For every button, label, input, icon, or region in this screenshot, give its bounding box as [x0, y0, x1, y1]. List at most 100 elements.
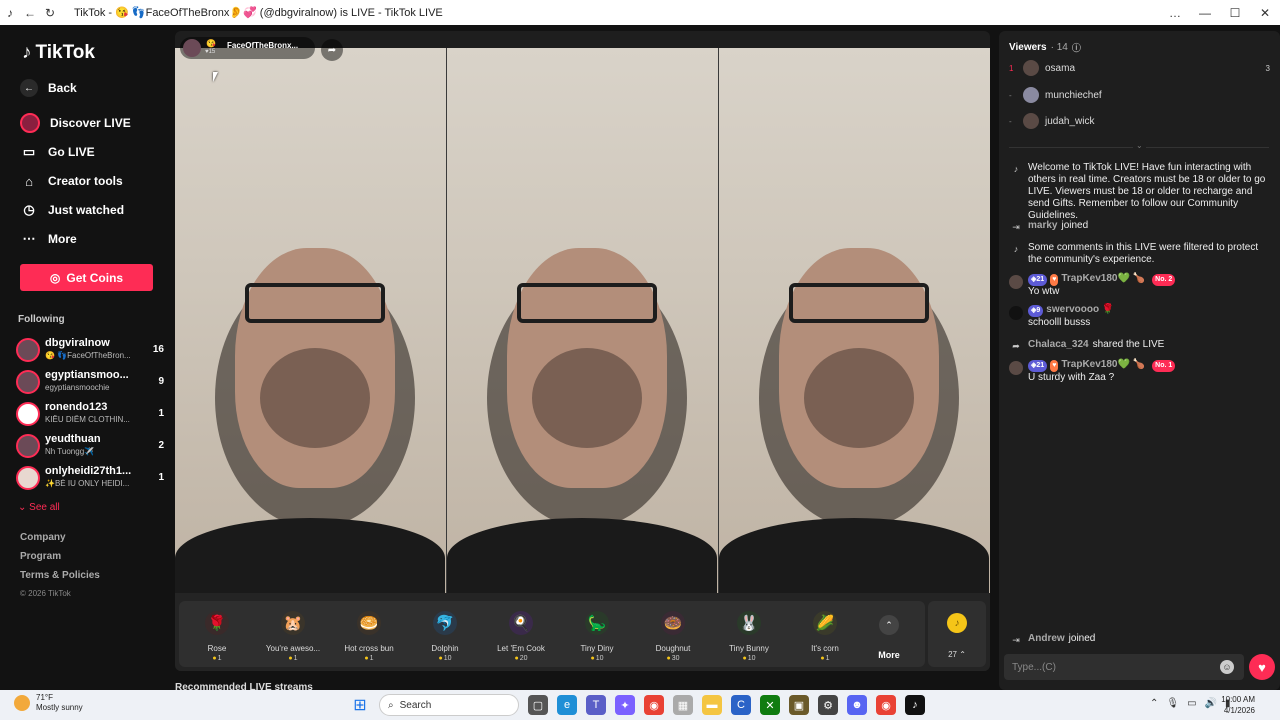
- username[interactable]: swervoooo 🌹: [1046, 304, 1114, 315]
- task-view-icon[interactable]: ▢: [528, 695, 548, 715]
- back-icon[interactable]: ←: [20, 0, 40, 25]
- following-sub: Nh Tuongg✈️: [45, 447, 95, 456]
- nav-discover-live[interactable]: Discover LIVE: [20, 113, 131, 133]
- gift-item[interactable]: 🌽 It's corn 1: [787, 601, 863, 667]
- minimize-icon[interactable]: —: [1190, 6, 1220, 20]
- share-icon: ➦: [1012, 341, 1020, 351]
- following-item[interactable]: onlyheidi27th1... ✨BÉ IU ONLY HEIDI... 1: [16, 464, 166, 492]
- game-icon[interactable]: ▣: [789, 695, 809, 715]
- gift-item[interactable]: 🍳 Let 'Em Cook 20: [483, 601, 559, 667]
- coin-balance-button[interactable]: ♪ 27 ⌃: [928, 601, 986, 667]
- avatar: [16, 370, 40, 394]
- username[interactable]: Andrew: [1028, 633, 1065, 644]
- gift-item[interactable]: 🐬 Dolphin 10: [407, 601, 483, 667]
- tiktok-taskbar-icon[interactable]: ♪: [905, 695, 925, 715]
- following-heading: Following: [18, 314, 65, 325]
- chevron-up-icon[interactable]: ⌃: [1150, 698, 1158, 709]
- rose-icon: 🌹: [205, 611, 229, 635]
- outlook-icon[interactable]: C: [731, 695, 751, 715]
- nav-more[interactable]: ⋯ More: [20, 230, 77, 248]
- username[interactable]: TrapKev180💚 🍗: [1061, 359, 1145, 370]
- taskbar-search[interactable]: ⌕ Search: [379, 694, 519, 716]
- windows-start-icon[interactable]: ⊞: [350, 695, 370, 715]
- following-name: dbgviralnow: [45, 337, 110, 349]
- host-name: FaceOfTheBronx...: [227, 41, 299, 50]
- following-item[interactable]: yeudthuan Nh Tuongg✈️ 2: [16, 432, 166, 460]
- dino-icon: 🦕: [585, 611, 609, 635]
- username[interactable]: marky: [1028, 220, 1057, 231]
- history-icon: ◷: [23, 202, 35, 217]
- join-icon: ⇥: [1012, 222, 1020, 232]
- viewer-row[interactable]: - munchiechef: [1009, 85, 1274, 105]
- following-item[interactable]: egyptiansmoo... egyptiansmoochie 9: [16, 368, 166, 396]
- display-icon[interactable]: ▭: [1187, 698, 1196, 709]
- gift-list: 🌹 Rose 1 🐹 You're aweso... 1 🥯 Hot cross bun 1…: [179, 601, 925, 667]
- close-icon[interactable]: ✕: [1250, 6, 1280, 20]
- gift-item[interactable]: 🌹 Rose 1: [179, 601, 255, 667]
- weather-widget[interactable]: 71°F Mostly sunny: [14, 693, 83, 713]
- chevron-down-icon[interactable]: ⌄: [1133, 141, 1146, 150]
- viewer-name: osama: [1045, 62, 1076, 74]
- reload-icon[interactable]: ↻: [40, 0, 60, 25]
- doughnut-icon: 🍩: [661, 611, 685, 635]
- edge-icon[interactable]: e: [557, 695, 577, 715]
- nav-label: Back: [48, 81, 77, 95]
- nav-just-watched[interactable]: ◷ Just watched: [20, 201, 124, 219]
- message-text: U sturdy with Zaa ?: [1028, 372, 1115, 383]
- clock[interactable]: 10:00 AM 4/1/2026: [1221, 694, 1255, 716]
- username[interactable]: Chalaca_324: [1028, 339, 1089, 350]
- xbox-icon[interactable]: ✕: [760, 695, 780, 715]
- steam-icon[interactable]: ⚙: [818, 695, 838, 715]
- host-info[interactable]: 😘 FaceOfTheBronx... ♥15: [180, 37, 315, 59]
- chrome-icon[interactable]: ◉: [644, 695, 664, 715]
- info-icon[interactable]: ⓘ: [1072, 41, 1081, 54]
- folder-icon[interactable]: ▬: [702, 695, 722, 715]
- following-item[interactable]: ronendo123 KIỀU DIỄM CLOTHIN... 1: [16, 400, 166, 428]
- chrome-alt-icon[interactable]: ◉: [876, 695, 896, 715]
- viewer-row[interactable]: 1 osama 3: [1009, 58, 1274, 78]
- weather-text: Mostly sunny: [36, 703, 83, 712]
- viewer-rank: 1: [1009, 63, 1014, 73]
- gift-item[interactable]: 🍩 Doughnut 30: [635, 601, 711, 667]
- more-options-icon[interactable]: …: [1160, 6, 1190, 20]
- gift-item[interactable]: 🐰 Tiny Bunny 10: [711, 601, 787, 667]
- footer-terms-link[interactable]: Terms & Policies: [20, 570, 100, 581]
- tiktok-app-icon: ♪: [7, 5, 13, 20]
- chat-input[interactable]: [1004, 654, 1244, 680]
- discord-icon[interactable]: ☻: [847, 695, 867, 715]
- heart-icon[interactable]: ♥: [1249, 654, 1275, 680]
- copilot-icon[interactable]: ✦: [615, 695, 635, 715]
- following-sub: ✨BÉ IU ONLY HEIDI...: [45, 479, 130, 488]
- volume-icon[interactable]: 🔊: [1205, 698, 1217, 709]
- live-video[interactable]: [175, 48, 990, 593]
- microphone-icon[interactable]: 🎙: [1166, 698, 1179, 709]
- nav-label: Go LIVE: [48, 145, 95, 159]
- nav-creator-tools[interactable]: ⌂ Creator tools: [20, 172, 123, 190]
- nav-back[interactable]: ← Back: [20, 79, 77, 97]
- tiktok-logo[interactable]: ♪ TikTok: [22, 42, 95, 64]
- viewers-header: Viewers · 14 ⓘ: [1009, 41, 1081, 54]
- avatar: [1023, 87, 1039, 103]
- username[interactable]: TrapKev180💚 🍗: [1061, 273, 1145, 284]
- viewer-row[interactable]: - judah_wick: [1009, 111, 1274, 131]
- tiktok-note-icon: ♪: [1013, 164, 1019, 174]
- gift-item[interactable]: 🐹 You're aweso... 1: [255, 601, 331, 667]
- video-panel: [719, 48, 990, 593]
- more-gifts-button[interactable]: ⌃ More: [863, 601, 915, 667]
- store-icon[interactable]: ▦: [673, 695, 693, 715]
- share-icon[interactable]: ➦: [321, 39, 343, 61]
- nav-go-live[interactable]: ▭ Go LIVE: [20, 143, 95, 161]
- gift-item[interactable]: 🥯 Hot cross bun 1: [331, 601, 407, 667]
- following-item[interactable]: dbgviralnow 😘 👣FaceOfTheBron... 16: [16, 336, 166, 364]
- see-all-link[interactable]: ⌄ See all: [18, 502, 60, 513]
- gift-name: Dolphin: [431, 644, 459, 653]
- windows-taskbar: 71°F Mostly sunny ⊞ ⌕ Search ▢ e T ✦ ◉ ▦…: [0, 690, 1280, 720]
- maximize-icon[interactable]: ☐: [1220, 6, 1250, 20]
- gift-item[interactable]: 🦕 Tiny Diny 10: [559, 601, 635, 667]
- teams-icon[interactable]: T: [586, 695, 606, 715]
- footer-company-link[interactable]: Company: [20, 532, 100, 543]
- get-coins-button[interactable]: ◎ Get Coins: [20, 264, 153, 291]
- footer-program-link[interactable]: Program: [20, 551, 100, 562]
- avatar: [1009, 306, 1023, 320]
- emoji-icon[interactable]: ☺: [1220, 660, 1234, 674]
